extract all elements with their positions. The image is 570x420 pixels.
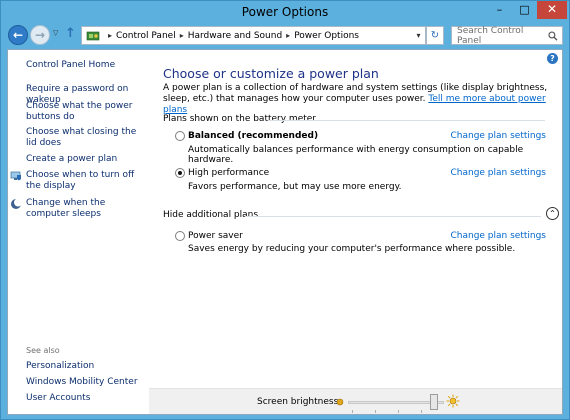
page-description: A power plan is a collection of hardware… — [163, 83, 558, 116]
breadcrumb-power-options[interactable]: Power Options — [294, 31, 359, 41]
breadcrumb-control-panel[interactable]: Control Panel — [116, 31, 176, 41]
plan-desc-balanced: Automatically balances performance with … — [188, 145, 524, 165]
forward-button[interactable]: → — [30, 25, 50, 45]
navigation-bar: ← → ▽ ↑ ▸ Control Panel ▸ Hardware and S… — [1, 23, 569, 47]
plan-name-balanced[interactable]: Balanced (recommended) — [188, 131, 318, 141]
power-options-window: Power Options – □ ✕ ← → ▽ ↑ ▸ Control Pa… — [0, 0, 570, 420]
window-title: Power Options — [241, 5, 329, 19]
chevron-down-icon[interactable]: ▾ — [412, 31, 425, 40]
page-title: Choose or customize a power plan — [163, 66, 379, 81]
see-also-user-accounts[interactable]: User Accounts — [26, 393, 146, 404]
change-plan-settings-balanced[interactable]: Change plan settings — [450, 131, 546, 141]
sidebar-item-turn-off-display[interactable]: Choose when to turn off the display — [26, 170, 146, 192]
recent-locations-icon[interactable]: ▽ — [53, 29, 58, 37]
see-also-personalization[interactable]: Personalization — [26, 361, 146, 372]
brightness-slider-thumb[interactable] — [430, 394, 438, 410]
battery-meter-group-label: Plans shown on the battery meter — [163, 114, 317, 124]
title-bar[interactable]: Power Options – □ ✕ — [1, 1, 569, 23]
plan-name-high-performance[interactable]: High performance — [188, 168, 269, 178]
sidebar-item-power-buttons[interactable]: Choose what the power buttons do — [26, 101, 146, 123]
sidebar-item-computer-sleeps[interactable]: Change when the computer sleeps — [26, 198, 146, 220]
breadcrumb-separator: ▸ — [286, 31, 291, 40]
balanced-radio[interactable] — [175, 131, 185, 141]
slider-tick — [375, 410, 376, 413]
see-also-mobility-center[interactable]: Windows Mobility Center — [26, 377, 146, 388]
see-also-heading: See also — [26, 346, 60, 355]
minimize-button[interactable]: – — [487, 1, 512, 19]
change-plan-settings-high-performance[interactable]: Change plan settings — [450, 168, 546, 178]
search-input[interactable]: Search Control Panel — [451, 25, 563, 46]
breadcrumb-hardware-and-sound[interactable]: Hardware and Sound — [188, 31, 282, 41]
dim-sun-icon — [336, 398, 344, 406]
plan-desc-power-saver: Saves energy by reducing your computer's… — [188, 244, 516, 254]
display-shield-icon — [10, 171, 21, 181]
collapse-chevron-up-icon[interactable]: ⌃ — [546, 207, 559, 220]
sidebar: Control Panel Home Require a password on… — [8, 50, 149, 414]
search-placeholder: Search Control Panel — [457, 25, 524, 46]
divider — [245, 216, 541, 217]
close-button[interactable]: ✕ — [537, 1, 567, 19]
refresh-button[interactable]: ↻ — [426, 26, 444, 45]
control-panel-icon — [86, 31, 100, 40]
change-plan-settings-power-saver[interactable]: Change plan settings — [450, 231, 546, 241]
high-performance-radio[interactable] — [175, 168, 185, 178]
address-bar[interactable]: ▸ Control Panel ▸ Hardware and Sound ▸ P… — [81, 26, 426, 45]
slider-tick — [398, 410, 399, 413]
hide-additional-plans-label[interactable]: Hide additional plans — [163, 210, 258, 220]
divider — [268, 120, 545, 121]
breadcrumb-separator: ▸ — [108, 31, 113, 40]
brightness-bar: Screen brightness: — [149, 388, 562, 414]
slider-tick — [421, 410, 422, 413]
slider-tick — [352, 410, 353, 413]
maximize-button[interactable]: □ — [512, 1, 537, 19]
back-button[interactable]: ← — [8, 25, 28, 45]
help-icon[interactable]: ? — [547, 53, 558, 64]
bright-sun-icon — [446, 394, 460, 408]
sidebar-control-panel-home[interactable]: Control Panel Home — [26, 60, 146, 71]
up-arrow-icon[interactable]: ↑ — [65, 26, 76, 41]
search-icon — [548, 31, 558, 41]
screen-brightness-label: Screen brightness: — [257, 397, 342, 407]
plan-desc-high-performance: Favors performance, but may use more ene… — [188, 182, 402, 192]
main-panel: ? Choose or customize a power plan A pow… — [149, 50, 562, 414]
power-saver-radio[interactable] — [175, 231, 185, 241]
content-area: Control Panel Home Require a password on… — [7, 49, 563, 415]
plan-name-power-saver[interactable]: Power saver — [188, 231, 243, 241]
breadcrumb-separator: ▸ — [179, 31, 184, 40]
sidebar-item-create-plan[interactable]: Create a power plan — [26, 154, 146, 165]
moon-shield-icon — [11, 198, 22, 209]
sidebar-item-closing-lid[interactable]: Choose what closing the lid does — [26, 127, 146, 149]
